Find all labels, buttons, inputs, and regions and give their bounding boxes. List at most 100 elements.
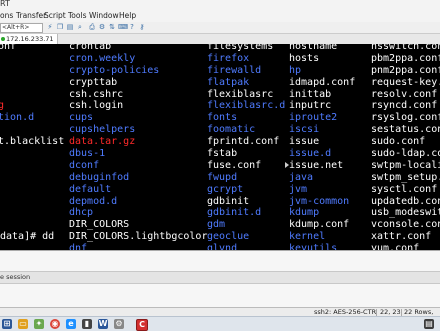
ls-column-3: filesystems firefox firewalld flatpak flexib… [207,44,285,250]
ls-entry: fuse.conf [207,159,262,171]
address-field[interactable]: <Alt+R> [0,23,43,33]
ls-entry: crypto-policies [69,64,160,76]
ls-entry: idmapd.conf [289,76,356,88]
ls-entry: vconsole.con [371,219,440,231]
status-divider [376,309,377,316]
mouse-pointer-icon [285,162,289,168]
ls-entry: resolv.conf [371,88,438,100]
ie-icon[interactable]: e [66,319,76,329]
ls-entry: flexiblasrc.d [207,100,286,112]
ls-entry: fwupd [207,171,238,183]
ls-entry: DIR_COLORS [69,219,130,231]
help-icon[interactable]: ? [128,23,136,31]
ls-entry: java [289,171,314,183]
find-icon[interactable]: ⌕ [76,23,84,31]
ls-entry: hp [289,64,302,76]
ls-entry: geoclue [207,231,250,243]
ls-entry: updatedb.con [371,195,440,207]
menu-script[interactable]: Script [44,11,66,20]
ls-entry [0,77,64,89]
ls-entry [0,89,64,101]
menu-help[interactable]: Help [119,11,136,20]
ls-entry: csh.login [69,100,124,112]
ls-entry: cron.weekly [69,52,136,64]
session-tab[interactable]: 172.16.233.71 (1) [0,34,58,53]
ls-entry: glvnd [207,243,238,250]
status-divider [401,309,402,316]
shell-prompt: data]# dd [0,231,55,242]
ls-entry: jvm [289,183,308,195]
command-window[interactable]: e session [0,250,440,308]
connected-status-icon [1,37,5,41]
menu-tools[interactable]: Tools [68,11,86,20]
ls-entry: hostname [289,44,338,52]
ls-entry: flatpak [207,76,250,88]
menu-bar: ons Transfer Script Tools Window Help [0,11,440,22]
ls-entry: fprintd.conf [207,136,280,148]
ls-entry: iproute2 [289,112,338,124]
ls-entry: sudo-ldap.co [371,148,440,160]
keymap-icon[interactable]: ⌨ [118,23,128,31]
terminal-icon[interactable]: ▮ [82,319,92,329]
ls-entry: filesystems [207,44,274,52]
menu-window[interactable]: Window [89,11,119,20]
start-icon[interactable]: ⊞ [2,319,12,329]
explorer-icon[interactable]: ▭ [18,319,28,329]
ls-entry: xattr.conf [371,231,432,243]
sftp-icon[interactable]: ⇅ [108,23,116,31]
ls-entry: jvm-common [289,195,350,207]
ls-entry: crypttab [69,76,118,88]
options-icon[interactable]: ⚙ [98,23,106,31]
ls-entry: t.blacklist [0,136,65,148]
connect-icon[interactable]: ⚡ [46,23,54,31]
title-bar: RT [0,0,440,11]
ls-column-5: nsswitch.con pbm2ppa.conf pnm2ppa.conf requ… [371,44,440,250]
ls-entry: pbm2ppa.conf [371,52,440,64]
securecrt-icon[interactable]: C [136,319,148,331]
ls-entry: cupshelpers [69,124,136,136]
ls-entry: usb_modeswit [371,207,440,219]
paste-icon[interactable]: ▤ [66,23,74,31]
ls-entry: fonts [207,112,238,124]
ls-entry: inittab [289,88,332,100]
ls-entry: debuginfod [69,171,130,183]
ls-entry: swtpm-locali [371,159,440,171]
ls-entry: issue.net [289,159,344,171]
terminal-output[interactable]: onf g tion.d t.blacklist crontab cron.weekly… [0,44,440,250]
copy-icon[interactable]: ❐ [56,23,64,31]
ls-entry: nsswitch.con [371,44,440,52]
menu-options[interactable]: ons [0,11,13,20]
ls-column-2: crontab cron.weekly crypto-policies cryptta… [69,44,207,250]
ls-entry: fstab [207,148,238,160]
print-icon[interactable]: ⎙ [88,23,96,31]
ls-entry: sudo.conf [371,136,426,148]
ls-entry: pnm2ppa.conf [371,64,440,76]
ls-entry: kdump.conf [289,219,350,231]
settings-icon[interactable]: ⚙ [114,319,124,329]
ls-entry: crontab [69,44,112,52]
key-icon[interactable]: ⚷ [138,23,146,31]
ls-entry: gdbinit.d [207,207,262,219]
ls-entry [0,124,64,136]
ls-entry: dconf [69,159,100,171]
ls-entry: hosts [289,52,320,64]
ls-entry [0,53,64,65]
word-icon[interactable]: W [98,319,108,329]
ls-entry: swtpm_setup. [371,171,440,183]
ls-entry: kernel [289,231,326,243]
ls-entry: kdump [289,207,320,219]
ls-column-4: hostname hosts hp idmapd.conf inittab inputrc… [289,44,367,250]
menu-transfer[interactable]: Transfer [16,11,46,20]
notification-icon[interactable]: ▤ [424,319,434,329]
ls-entry: sestatus.con [371,124,440,136]
toolbar: <Alt+R> ⚡ ❐ ▤ ⌕ ⎙ ⚙ ⇅ ⌨ ? ⚷ [0,22,440,34]
ls-entry: dnf [69,243,88,250]
ls-entry: tion.d [0,112,35,124]
ls-entry: gdbinit [207,195,250,207]
chrome-icon[interactable]: ◉ [50,319,60,329]
ls-entry: sysctl.conf [371,183,438,195]
ls-entry: flexiblasrc [207,88,274,100]
taskbar: ⊞ ▭ ✦ ◉ e ▮ W ⚙ C ▤ [0,316,440,331]
ls-entry: dbus-1 [69,148,106,160]
app-icon[interactable]: ✦ [34,319,44,329]
